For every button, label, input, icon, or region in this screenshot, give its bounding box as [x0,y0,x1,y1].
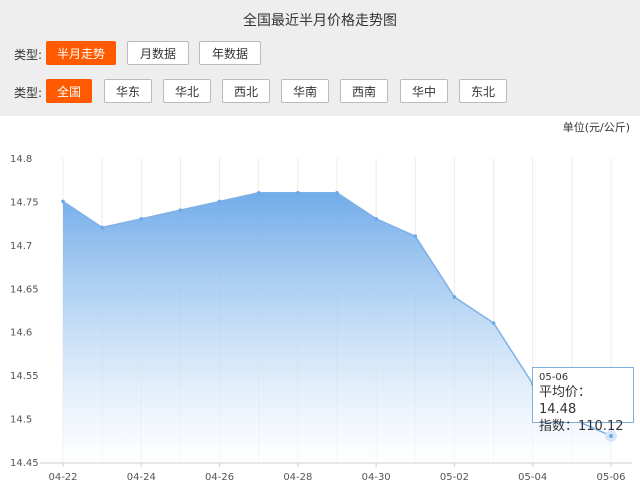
x-tick-label: 05-06 [596,472,625,483]
data-point[interactable] [61,199,65,204]
data-point[interactable] [452,295,457,299]
x-tick-label: 04-24 [127,472,156,483]
data-point[interactable] [335,190,339,195]
period-button-half-month[interactable]: 半月走势 [46,41,116,65]
y-tick-label: 14.65 [10,284,39,295]
y-tick-label: 14.75 [10,197,39,208]
price-area [63,192,611,462]
data-point[interactable] [296,190,300,195]
data-point[interactable] [178,208,183,212]
data-point[interactable] [491,321,496,325]
region-type-label: 类型: [14,86,43,100]
tooltip-index-label: 指数： [539,419,579,434]
region-button-southwest[interactable]: 西南 [340,79,388,103]
period-type-label: 类型: [14,48,43,62]
data-point[interactable] [374,217,378,221]
data-tooltip: 05-06 平均价： 14.48 指数：110.12 [532,367,634,434]
tooltip-avg-label: 平均价： [539,385,592,400]
region-button-national[interactable]: 全国 [46,79,92,103]
period-button-month[interactable]: 月数据 [127,41,189,65]
y-tick-label: 14.45 [10,458,39,469]
region-button-northeast[interactable]: 东北 [459,79,507,103]
region-button-north[interactable]: 华北 [163,79,211,103]
y-tick-label: 14.55 [10,371,39,382]
y-tick-label: 14.6 [10,328,32,339]
x-tick-label: 04-28 [283,472,312,483]
data-point[interactable] [413,234,418,238]
y-tick-label: 14.5 [10,415,32,426]
tooltip-index-value: 110.12 [578,419,624,434]
region-button-south[interactable]: 华南 [281,79,329,103]
period-button-year[interactable]: 年数据 [199,41,261,65]
y-tick-label: 14.7 [10,241,32,252]
x-tick-label: 04-26 [205,472,234,483]
region-button-east[interactable]: 华东 [104,79,152,103]
page-title: 全国最近半月价格走势图 [243,13,397,29]
data-point[interactable] [256,190,261,195]
data-point[interactable] [139,217,144,221]
region-button-northwest[interactable]: 西北 [222,79,270,103]
tooltip-date: 05-06 [539,372,569,383]
x-tick-label: 05-02 [440,472,469,483]
x-tick-label: 05-04 [518,472,547,483]
controls-panel: 全国最近半月价格走势图 类型: 半月走势 月数据 年数据 类型: 全国 华东 华… [0,0,640,116]
x-tick-label: 04-22 [48,472,77,483]
tooltip-avg-value: 14.48 [539,402,577,417]
y-tick-label: 14.8 [10,154,32,165]
region-button-central[interactable]: 华中 [400,79,448,103]
data-point[interactable] [217,199,222,204]
x-tick-label: 04-30 [362,472,391,483]
data-point[interactable] [100,225,104,230]
